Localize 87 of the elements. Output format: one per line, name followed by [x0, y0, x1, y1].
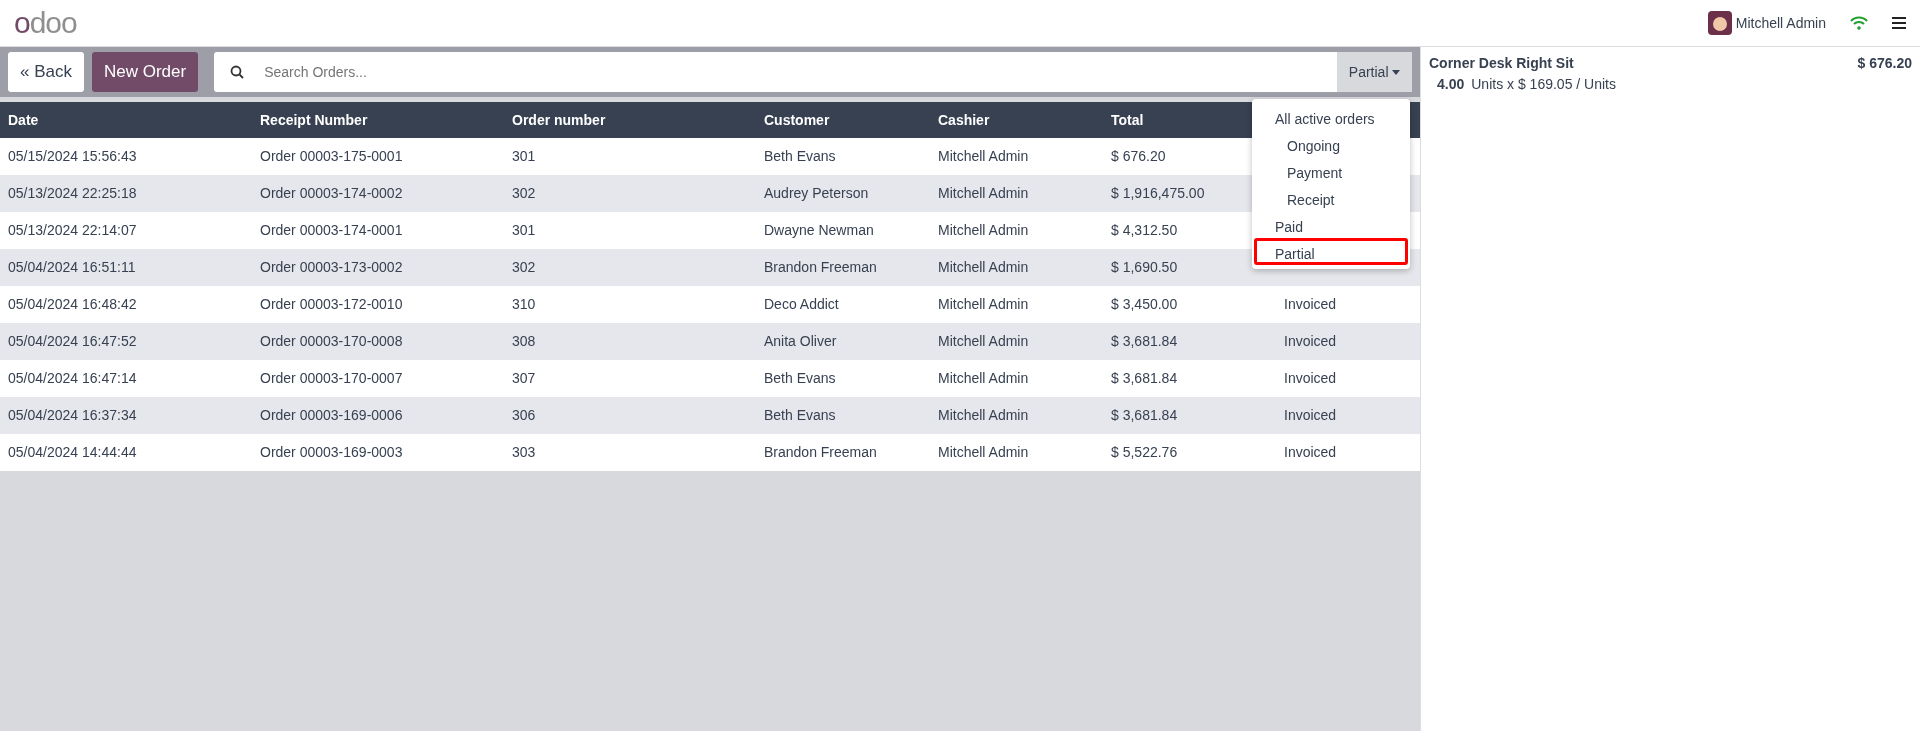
- table-cell: 05/15/2024 15:56:43: [8, 148, 137, 164]
- table-cell: 05/13/2024 22:25:18: [8, 185, 137, 201]
- table-cell: 301: [512, 148, 536, 164]
- table-cell: 303: [512, 444, 536, 460]
- table-cell: Anita Oliver: [764, 333, 837, 349]
- menu-item[interactable]: Payment: [1254, 157, 1408, 184]
- column-header: Date: [8, 111, 39, 128]
- menu-item[interactable]: Ongoing: [1254, 130, 1408, 157]
- table-cell: 05/04/2024 16:51:11: [8, 259, 136, 275]
- column-header: Total: [1111, 111, 1144, 128]
- table-cell: 301: [512, 222, 536, 238]
- table-cell: 308: [512, 333, 536, 349]
- table-cell: Beth Evans: [764, 370, 836, 386]
- table-cell: Mitchell Admin: [938, 296, 1029, 312]
- table-cell: Order 00003-174-0002: [260, 185, 403, 201]
- search-icon: [230, 65, 245, 79]
- caret-icon: [1392, 69, 1400, 75]
- search-field[interactable]: Search Orders... Partial: [214, 52, 1412, 92]
- table-cell: $ 676.20: [1111, 148, 1166, 164]
- line-price: $ 676.20: [1857, 54, 1912, 73]
- column-header: Order number: [512, 111, 606, 128]
- menu-item[interactable]: Partial: [1254, 238, 1408, 265]
- table-cell: 05/04/2024 14:44:44: [8, 444, 137, 460]
- menu-item[interactable]: Receipt: [1254, 184, 1408, 211]
- menu-icon[interactable]: [1892, 17, 1906, 29]
- table-cell: Invoiced: [1284, 296, 1337, 312]
- filter-dropdown[interactable]: Partial: [1336, 52, 1412, 92]
- table-cell: Invoiced: [1284, 333, 1337, 349]
- table-cell: $ 5,522.76: [1111, 444, 1178, 460]
- table-cell: Brandon Freeman: [764, 259, 877, 275]
- back-button[interactable]: « Back: [8, 52, 84, 92]
- quantity: 4.00: [1437, 75, 1465, 94]
- table-cell: $ 1,690.50: [1111, 259, 1178, 275]
- product-name: Corner Desk Right Sit: [1429, 54, 1574, 73]
- table-cell: Order 00003-169-0003: [260, 444, 403, 460]
- table-cell: Mitchell Admin: [938, 148, 1029, 164]
- avatar-icon: [1708, 11, 1733, 35]
- table-cell: Deco Addict: [764, 296, 839, 312]
- table-cell: 302: [512, 259, 536, 275]
- table-cell: Order 00003-174-0001: [260, 222, 403, 238]
- table-cell: Mitchell Admin: [938, 259, 1029, 275]
- column-header: Receipt Number: [260, 111, 368, 128]
- table-cell: Order 00003-173-0002: [260, 259, 403, 275]
- new-order-button[interactable]: New Order: [92, 52, 199, 92]
- table-cell: Audrey Peterson: [764, 185, 869, 201]
- table-cell: Mitchell Admin: [938, 407, 1029, 423]
- table-cell: $ 1,916,475.00: [1111, 185, 1205, 201]
- table-cell: 05/13/2024 22:14:07: [8, 222, 137, 238]
- wifi-icon: [1850, 16, 1868, 30]
- table-cell: Invoiced: [1284, 407, 1337, 423]
- table-cell: Order 00003-172-0010: [260, 296, 403, 312]
- logo: odoo: [14, 8, 77, 38]
- table-cell: Order 00003-170-0007: [260, 370, 403, 386]
- table-cell: Order 00003-175-0001: [260, 148, 403, 164]
- table-cell: Beth Evans: [764, 148, 836, 164]
- table-cell: $ 3,681.84: [1111, 333, 1178, 349]
- table-cell: 05/04/2024 16:37:34: [8, 407, 137, 423]
- table-cell: $ 4,312.50: [1111, 222, 1178, 238]
- table-cell: Order 00003-169-0006: [260, 407, 403, 423]
- user-menu[interactable]: Mitchell Admin: [1708, 11, 1826, 35]
- table-cell: Mitchell Admin: [938, 370, 1029, 386]
- table-cell: Invoiced: [1284, 370, 1337, 386]
- menu-item[interactable]: Paid: [1254, 211, 1408, 238]
- unit-price: Units x $ 169.05 / Units: [1471, 75, 1616, 94]
- table-cell: Mitchell Admin: [938, 333, 1029, 349]
- menu-item[interactable]: All active orders: [1254, 103, 1408, 130]
- table-cell: 302: [512, 185, 536, 201]
- table-cell: 05/04/2024 16:47:52: [8, 333, 137, 349]
- table-cell: Dwayne Newman: [764, 222, 874, 238]
- table-cell: $ 3,450.00: [1111, 296, 1178, 312]
- table-cell: 05/04/2024 16:47:14: [8, 370, 137, 386]
- table-cell: Order 00003-170-0008: [260, 333, 403, 349]
- order-line[interactable]: Corner Desk Right Sit $ 676.20 4.00 Units x $ 169.05 / Units: [1421, 47, 1920, 101]
- column-header: Customer: [764, 111, 830, 128]
- table-cell: Invoiced: [1284, 444, 1337, 460]
- table-cell: Mitchell Admin: [938, 222, 1029, 238]
- table-cell: Mitchell Admin: [938, 185, 1029, 201]
- table-cell: 306: [512, 407, 536, 423]
- table-cell: 05/04/2024 16:48:42: [8, 296, 137, 312]
- table-cell: $ 3,681.84: [1111, 407, 1178, 423]
- table-cell: Brandon Freeman: [764, 444, 877, 460]
- table-cell: 310: [512, 296, 536, 312]
- table-cell: $ 3,681.84: [1111, 370, 1178, 386]
- table-cell: 307: [512, 370, 536, 386]
- table-cell: Mitchell Admin: [938, 444, 1029, 460]
- table-cell: Beth Evans: [764, 407, 836, 423]
- column-header: Cashier: [938, 111, 990, 128]
